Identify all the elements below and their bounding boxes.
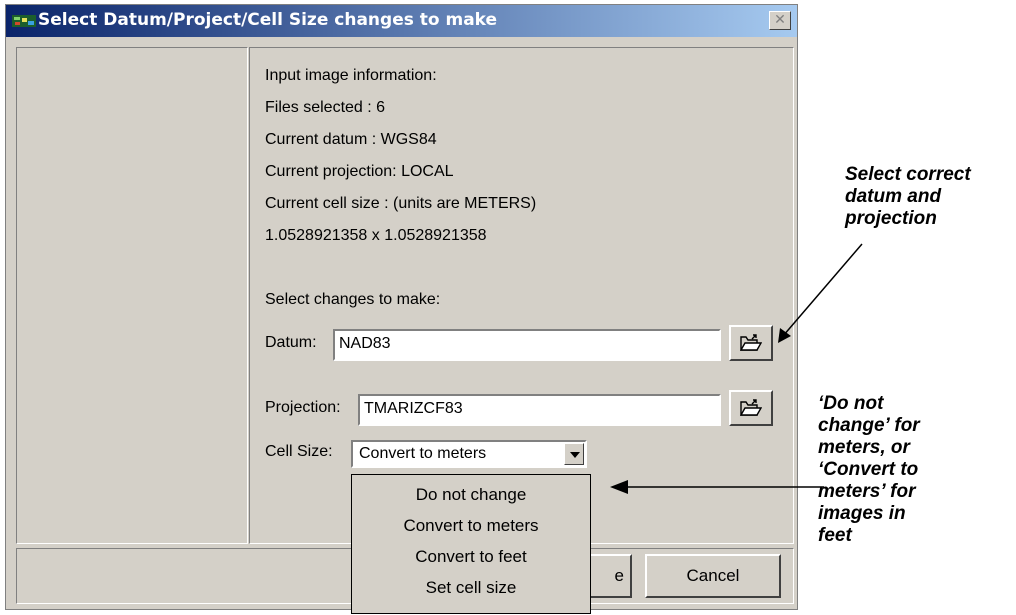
callout-arrow-cellsize-head (610, 480, 628, 494)
callout-arrow-datum-head (778, 328, 791, 343)
callout-arrow-datum-line (782, 243, 863, 337)
callout-arrows (610, 243, 863, 494)
